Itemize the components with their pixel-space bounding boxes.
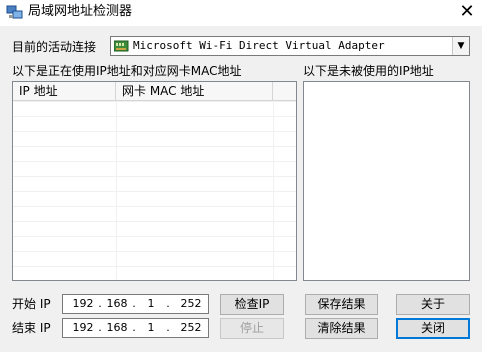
end-ip-field[interactable]: 192 . 168 . 1 . 252 bbox=[62, 318, 209, 338]
start-ip-field[interactable]: 192 . 168 . 1 . 252 bbox=[62, 294, 209, 314]
adapter-select-value: Microsoft Wi-Fi Direct Virtual Adapter bbox=[133, 39, 385, 52]
end-ip-octet[interactable]: 252 bbox=[179, 320, 203, 336]
used-ips-list[interactable]: IP 地址 网卡 MAC 地址 bbox=[12, 81, 297, 281]
save-results-button[interactable]: 保存结果 bbox=[305, 294, 378, 315]
app-icon bbox=[6, 5, 23, 19]
close-button[interactable]: 关闭 bbox=[396, 318, 470, 339]
clear-results-button[interactable]: 清除结果 bbox=[305, 318, 378, 339]
end-ip-label: 结束 IP bbox=[12, 321, 51, 335]
grid-divider bbox=[273, 101, 274, 280]
end-ip-octet[interactable]: 168 bbox=[105, 320, 129, 336]
ip-dot: . bbox=[166, 321, 170, 334]
network-adapter-icon bbox=[114, 40, 129, 52]
check-ip-button[interactable]: 检查IP bbox=[220, 294, 284, 315]
close-icon[interactable]: ✕ bbox=[452, 0, 482, 26]
chevron-down-icon[interactable]: ▼ bbox=[452, 37, 469, 55]
list-header: IP 地址 网卡 MAC 地址 bbox=[13, 82, 296, 101]
window-title: 局域网地址检测器 bbox=[28, 4, 133, 19]
end-ip-octet[interactable]: 1 bbox=[139, 320, 163, 336]
start-ip-octet[interactable]: 168 bbox=[105, 296, 129, 312]
column-header-filler bbox=[273, 82, 296, 100]
ip-dot: . bbox=[132, 321, 136, 334]
title-bar: 局域网地址检测器 ✕ bbox=[0, 0, 482, 26]
unused-ips-label: 以下是未被使用的IP地址 bbox=[303, 64, 434, 78]
active-connection-label: 目前的活动连接 bbox=[12, 40, 97, 54]
start-ip-label: 开始 IP bbox=[12, 297, 51, 311]
list-grid bbox=[13, 101, 296, 280]
ip-dot: . bbox=[98, 297, 102, 310]
end-ip-octet[interactable]: 192 bbox=[71, 320, 95, 336]
unused-ips-list[interactable] bbox=[303, 81, 470, 281]
start-ip-octet[interactable]: 192 bbox=[71, 296, 95, 312]
used-ips-label: 以下是正在使用IP地址和对应网卡MAC地址 bbox=[12, 64, 242, 78]
start-ip-octet[interactable]: 1 bbox=[139, 296, 163, 312]
adapter-select[interactable]: Microsoft Wi-Fi Direct Virtual Adapter ▼ bbox=[110, 36, 470, 56]
start-ip-octet[interactable]: 252 bbox=[179, 296, 203, 312]
ip-dot: . bbox=[132, 297, 136, 310]
about-button[interactable]: 关于 bbox=[396, 294, 470, 315]
stop-button[interactable]: 停止 bbox=[220, 318, 284, 339]
grid-divider bbox=[116, 101, 117, 280]
ip-dot: . bbox=[98, 321, 102, 334]
ip-dot: . bbox=[166, 297, 170, 310]
column-header-mac[interactable]: 网卡 MAC 地址 bbox=[116, 82, 273, 100]
column-header-ip[interactable]: IP 地址 bbox=[13, 82, 116, 100]
